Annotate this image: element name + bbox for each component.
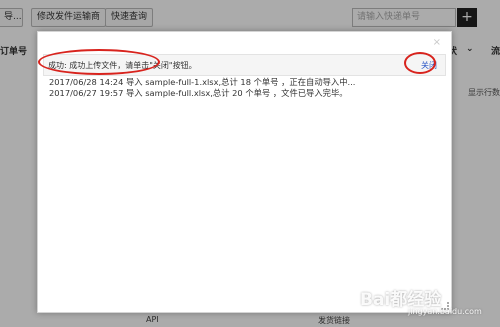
app-page: 导... 修改发件运输商 快速查询 请输入快递单号 + 订单号 状 ⌄ 流 显示… xyxy=(0,0,500,327)
dialog-close-icon[interactable]: × xyxy=(433,37,441,48)
annotation-ellipse-close xyxy=(404,52,436,74)
import-log-list: 2017/06/28 14:24 导入 sample-full-1.xlsx,总… xyxy=(49,77,444,99)
list-item: 2017/06/28 14:24 导入 sample-full-1.xlsx,总… xyxy=(49,77,356,87)
list-item: 2017/06/27 19:57 导入 sample-full.xlsx,总计 … xyxy=(49,88,348,98)
watermark: Bai都经验 jingyan.baidu.com xyxy=(360,285,495,323)
annotation-ellipse-success xyxy=(38,49,160,75)
watermark-url: jingyan.baidu.com xyxy=(408,307,482,316)
